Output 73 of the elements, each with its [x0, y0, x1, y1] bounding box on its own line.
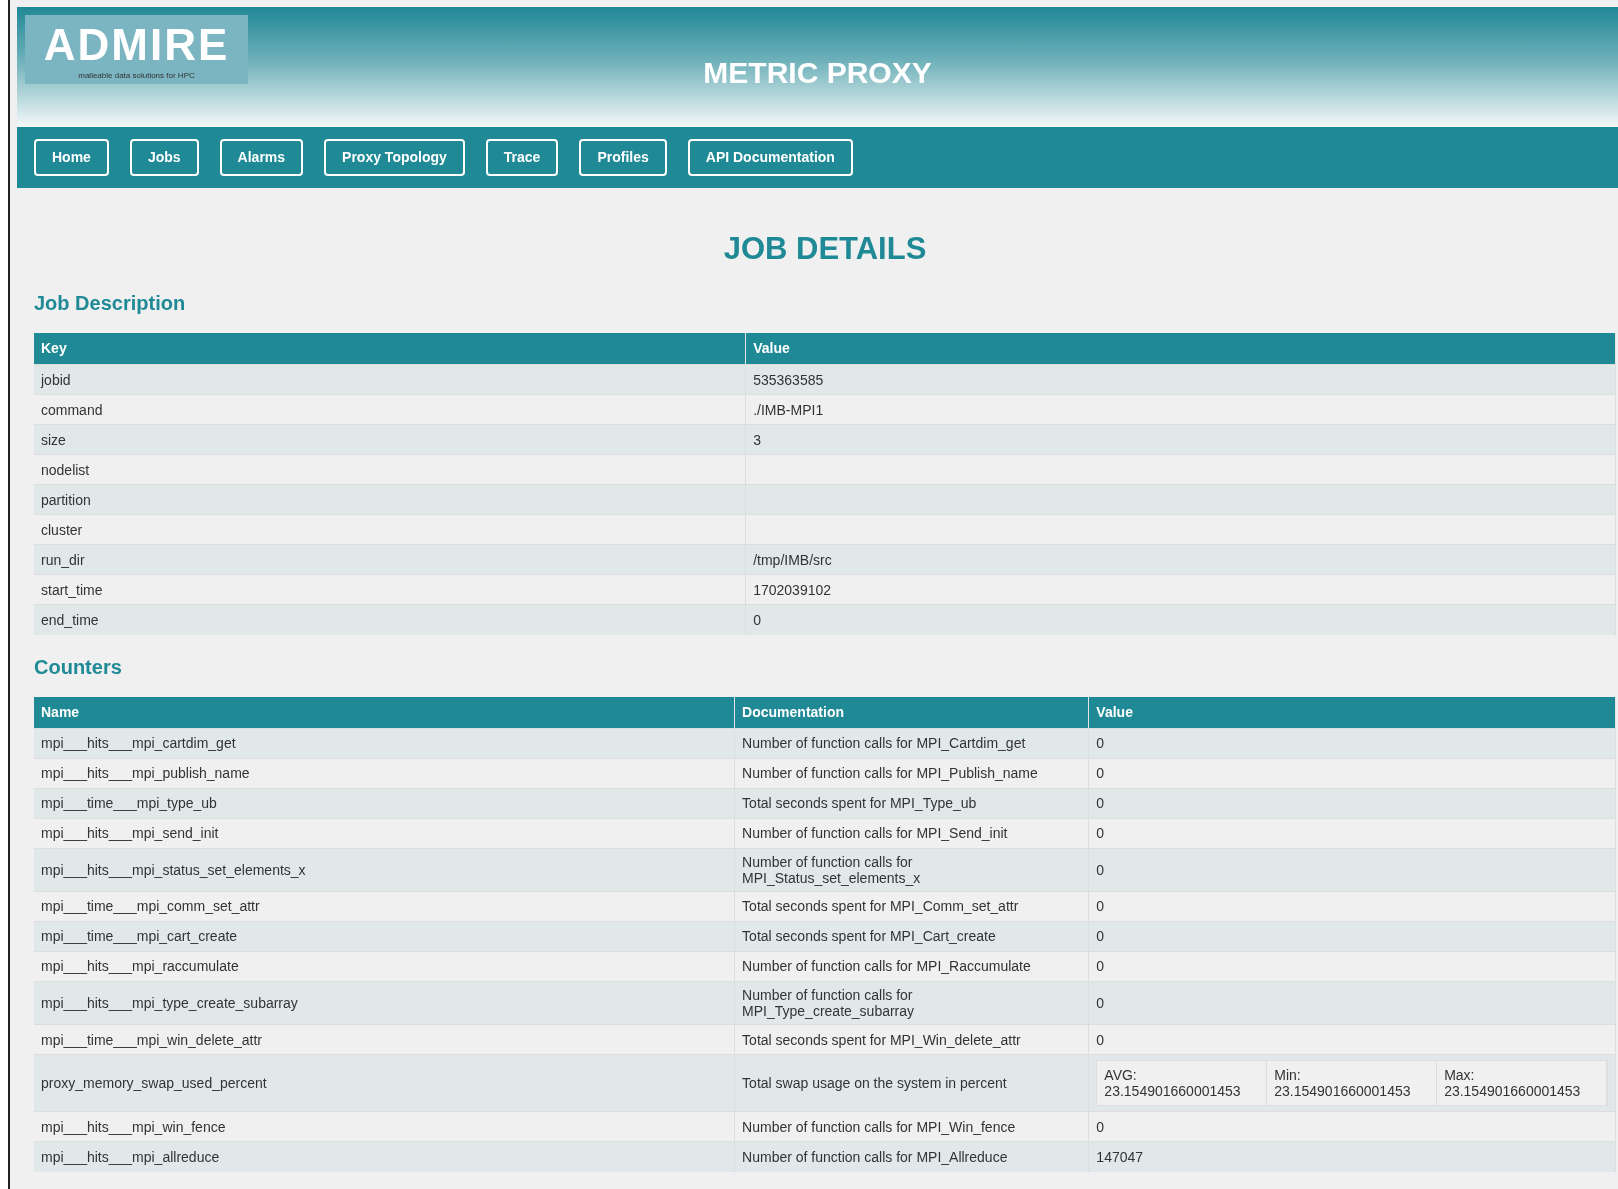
table-cell: run_dir — [34, 544, 746, 575]
table-cell: 1702039102 — [745, 574, 1616, 605]
table-cell: 0 — [1088, 981, 1616, 1025]
nav-button[interactable]: Proxy Topology — [324, 139, 465, 176]
table-cell: Total seconds spent for MPI_Type_ub — [734, 788, 1089, 819]
table-cell: mpi___hits___mpi_cartdim_get — [34, 728, 735, 759]
table-cell: 0 — [1088, 921, 1616, 952]
logo: ADMIRE malleable data solutions for HPC — [25, 15, 248, 84]
page-title: JOB DETAILS — [722, 230, 928, 268]
stat-cell: AVG: 23.154901660001453 — [1097, 1061, 1268, 1106]
table-cell: mpi___hits___mpi_send_init — [34, 818, 735, 849]
table-cell: 0 — [745, 604, 1616, 635]
nav-button[interactable]: Alarms — [219, 139, 304, 176]
table-cell: 147047 — [1088, 1141, 1616, 1172]
app-title: METRIC PROXY — [703, 56, 932, 89]
stat-cell: Max: 23.154901660001453 — [1437, 1061, 1607, 1106]
nav-button[interactable]: Trace — [485, 139, 559, 176]
table-cell: ./IMB-MPI1 — [745, 394, 1616, 425]
table-cell: /tmp/IMB/src — [745, 544, 1616, 575]
table-cell: 0 — [1088, 891, 1616, 922]
table-cell: Total swap usage on the system in percent — [734, 1054, 1089, 1112]
table-cell: mpi___time___mpi_comm_set_attr — [34, 891, 735, 922]
section-heading: Job Description — [34, 291, 187, 316]
table-cell: partition — [34, 484, 746, 515]
table-cell: Number of function calls for MPI_Allreduce — [734, 1141, 1089, 1172]
column-header: Value — [1088, 696, 1616, 729]
table-cell: Number of function calls for MPI_Type_create_subarray — [734, 981, 1089, 1025]
table-cell: 0 — [1088, 788, 1616, 819]
table-cell: mpi___time___mpi_cart_create — [34, 921, 735, 952]
nav-button[interactable]: Home — [34, 139, 109, 176]
table-cell: mpi___time___mpi_win_delete_attr — [34, 1024, 735, 1055]
table-cell: jobid — [34, 364, 746, 395]
table-cell: 0 — [1088, 848, 1616, 892]
table-cell: cluster — [34, 514, 746, 545]
table-cell: mpi___hits___mpi_publish_name — [34, 758, 735, 789]
column-header: Name — [34, 696, 735, 729]
table-cell: Total seconds spent for MPI_Win_delete_attr — [734, 1024, 1089, 1055]
table-cell: 535363585 — [745, 364, 1616, 395]
table-cell: Number of function calls for MPI_Publish_name — [734, 758, 1089, 789]
table-cell: nodelist — [34, 454, 746, 485]
nav-button[interactable]: API Documentation — [687, 139, 853, 176]
table-cell: 0 — [1088, 758, 1616, 789]
table-cell: Number of function calls for MPI_Win_fence — [734, 1111, 1089, 1142]
table-cell: mpi___hits___mpi_status_set_elements_x — [34, 848, 735, 892]
table-cell: mpi___hits___mpi_win_fence — [34, 1111, 735, 1142]
table-cell: 0 — [1088, 1024, 1616, 1055]
nav-button[interactable]: Jobs — [129, 139, 199, 176]
table-cell: command — [34, 394, 746, 425]
table-cell: Number of function calls for MPI_Send_init — [734, 818, 1089, 849]
table-cell: proxy_memory_swap_used_percent — [34, 1054, 735, 1112]
table-cell: mpi___hits___mpi_allreduce — [34, 1141, 735, 1172]
table-cell: Total seconds spent for MPI_Comm_set_attr — [734, 891, 1089, 922]
table-cell: 0 — [1088, 728, 1616, 759]
stat-cell: Min: 23.154901660001453 — [1267, 1061, 1438, 1106]
table-cell: 3 — [745, 424, 1616, 455]
table-cell: Number of function calls for MPI_Raccumulate — [734, 951, 1089, 982]
table-cell: end_time — [34, 604, 746, 635]
table-cell: Number of function calls for MPI_Status_set_elements_x — [734, 848, 1089, 892]
table-cell: size — [34, 424, 746, 455]
table-cell: Total seconds spent for MPI_Cart_create — [734, 921, 1089, 952]
table-cell: 0 — [1088, 818, 1616, 849]
table-cell: mpi___hits___mpi_raccumulate — [34, 951, 735, 982]
section-heading: Counters — [34, 654, 123, 679]
table-cell: start_time — [34, 574, 746, 605]
column-header: Value — [745, 333, 1616, 365]
table-cell: mpi___hits___mpi_type_create_subarray — [34, 981, 735, 1025]
nav-button[interactable]: Profiles — [579, 139, 667, 176]
table-cell: 0 — [1088, 1111, 1616, 1142]
column-header: Key — [34, 333, 746, 365]
table-cell: 0 — [1088, 951, 1616, 982]
table-cell: Number of function calls for MPI_Cartdim_get — [734, 728, 1089, 759]
column-header: Documentation — [734, 696, 1089, 729]
table-cell: mpi___time___mpi_type_ub — [34, 788, 735, 819]
